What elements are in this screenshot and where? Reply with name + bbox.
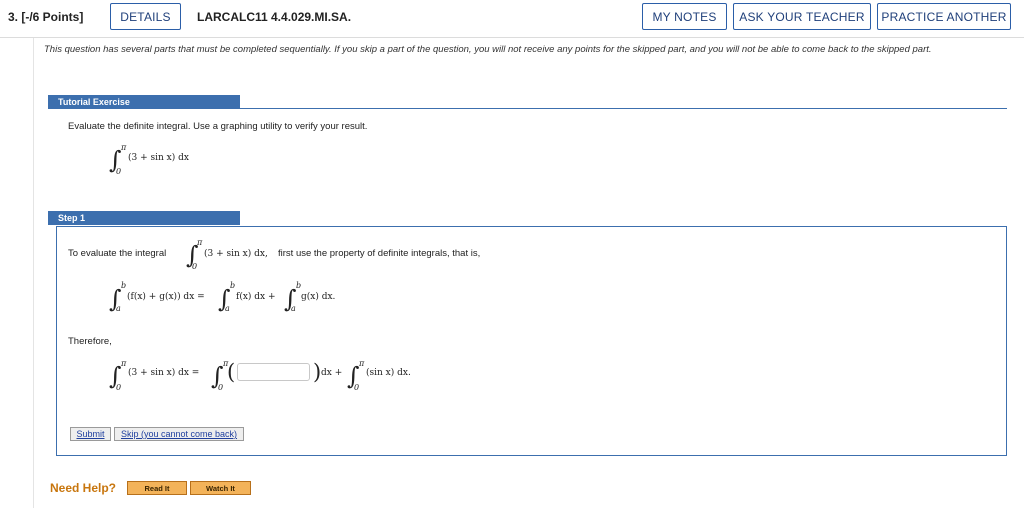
upper-limit: b [121, 281, 127, 290]
tutorial-divider [240, 108, 1007, 109]
lower-limit: a [225, 304, 230, 313]
question-header: 3. [-/6 Points] DETAILS LARCALC11 4.4.02… [0, 0, 1024, 38]
tutorial-exercise-tab: Tutorial Exercise [48, 95, 240, 109]
question-id: LARCALC11 4.4.029.MI.SA. [197, 10, 352, 24]
my-notes-button[interactable]: MY NOTES [642, 3, 727, 30]
right-paren: ) [313, 360, 322, 384]
lower-limit: 0 [116, 167, 122, 176]
submit-button[interactable]: Submit [70, 427, 111, 441]
answer-input[interactable] [237, 363, 310, 381]
ask-teacher-button[interactable]: ASK YOUR TEACHER [733, 3, 871, 30]
property-lhs: (f(x) + g(x)) dx = [127, 292, 205, 302]
step-integrand: (3 + sin x) dx, [204, 249, 268, 259]
lower-limit: a [291, 304, 296, 313]
upper-limit: π [121, 359, 127, 368]
practice-another-button[interactable]: PRACTICE ANOTHER [877, 3, 1011, 30]
upper-limit: b [296, 281, 302, 290]
result-last: (sin x) dx. [366, 368, 411, 378]
upper-limit: π [197, 238, 203, 247]
integrand: (3 + sin x) dx [128, 153, 189, 163]
result-lhs: (3 + sin x) dx = [128, 368, 200, 378]
lower-limit: a [116, 304, 121, 313]
left-paren: ( [227, 360, 236, 384]
lower-limit: 0 [116, 383, 122, 392]
read-it-button[interactable]: Read It [127, 481, 187, 495]
therefore-label: Therefore, [68, 336, 112, 347]
tutorial-prompt: Evaluate the definite integral. Use a gr… [68, 121, 368, 132]
step-intro-rest: first use the property of definite integ… [278, 248, 481, 259]
result-dx-plus: dx + [321, 368, 343, 378]
upper-limit: π [359, 359, 365, 368]
upper-limit: π [121, 143, 127, 152]
lower-limit: 0 [354, 383, 360, 392]
step-1-panel [56, 226, 1007, 456]
lower-limit: 0 [218, 383, 224, 392]
skip-button[interactable]: Skip (you cannot come back) [114, 427, 244, 441]
step-1-tab: Step 1 [48, 211, 240, 225]
step-intro-text: To evaluate the integral [68, 248, 167, 259]
need-help-label: Need Help? [50, 481, 117, 495]
property-rhs1: f(x) dx + [236, 292, 276, 302]
watch-it-button[interactable]: Watch It [190, 481, 251, 495]
property-rhs2: g(x) dx. [301, 292, 336, 302]
upper-limit: b [230, 281, 236, 290]
points-label: 3. [-/6 Points] [8, 10, 84, 24]
lower-limit: 0 [192, 262, 198, 271]
details-button[interactable]: DETAILS [110, 3, 181, 30]
sequential-notice: This question has several parts that mus… [44, 44, 932, 55]
left-divider [33, 38, 34, 508]
